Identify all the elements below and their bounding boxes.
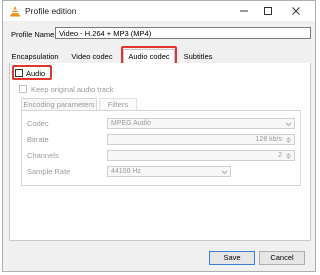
- subtab-filters[interactable]: Filters: [99, 98, 137, 110]
- channels-spinbox[interactable]: 2: [107, 150, 295, 161]
- profile-edition-dialog: Profile edition Profile Name Video - H.2…: [2, 0, 316, 272]
- audio-checkbox-highlight: [12, 65, 52, 80]
- codec-label: Codec: [27, 119, 49, 128]
- profile-name-input[interactable]: Video - H.264 + MP3 (MP4): [55, 27, 311, 39]
- window-title: Profile edition: [25, 6, 77, 16]
- profile-name-label: Profile Name: [11, 30, 55, 39]
- keep-original-checkbox[interactable]: [19, 85, 27, 93]
- bitrate-value: 128 kb/s: [255, 136, 282, 143]
- maximize-button[interactable]: [261, 4, 275, 18]
- subtab-encoding-parameters[interactable]: Encoding parameters: [21, 98, 97, 110]
- codec-select[interactable]: MPEG Audio: [107, 118, 295, 129]
- sample-rate-label: Sample Rate: [27, 167, 71, 176]
- save-button[interactable]: Save: [209, 251, 255, 265]
- bitrate-spinbox[interactable]: 128 kb/s: [107, 134, 295, 145]
- cancel-button[interactable]: Cancel: [259, 251, 305, 265]
- chevron-down-icon: [221, 170, 228, 175]
- vlc-cone-icon: [9, 5, 21, 17]
- codec-value: MPEG Audio: [111, 120, 152, 127]
- chevron-down-icon: [285, 122, 292, 127]
- sample-rate-value: 44100 Hz: [111, 168, 141, 175]
- close-button[interactable]: [289, 4, 303, 18]
- tab-subtitles[interactable]: Subtitles: [179, 51, 217, 63]
- spin-arrows-icon: [286, 137, 291, 143]
- tab-video-codec[interactable]: Video codec: [69, 51, 115, 63]
- minimize-button[interactable]: [237, 4, 251, 18]
- spin-arrows-icon: [286, 153, 291, 159]
- sample-rate-select[interactable]: 44100 Hz: [107, 166, 231, 177]
- bitrate-label: Bitrate: [27, 135, 49, 144]
- channels-value: 2: [278, 152, 282, 159]
- title-bar: Profile edition: [3, 1, 315, 21]
- tab-encapsulation[interactable]: Encapsulation: [11, 51, 59, 63]
- channels-label: Channels: [27, 151, 59, 160]
- keep-original-label: Keep original audio track: [31, 85, 114, 94]
